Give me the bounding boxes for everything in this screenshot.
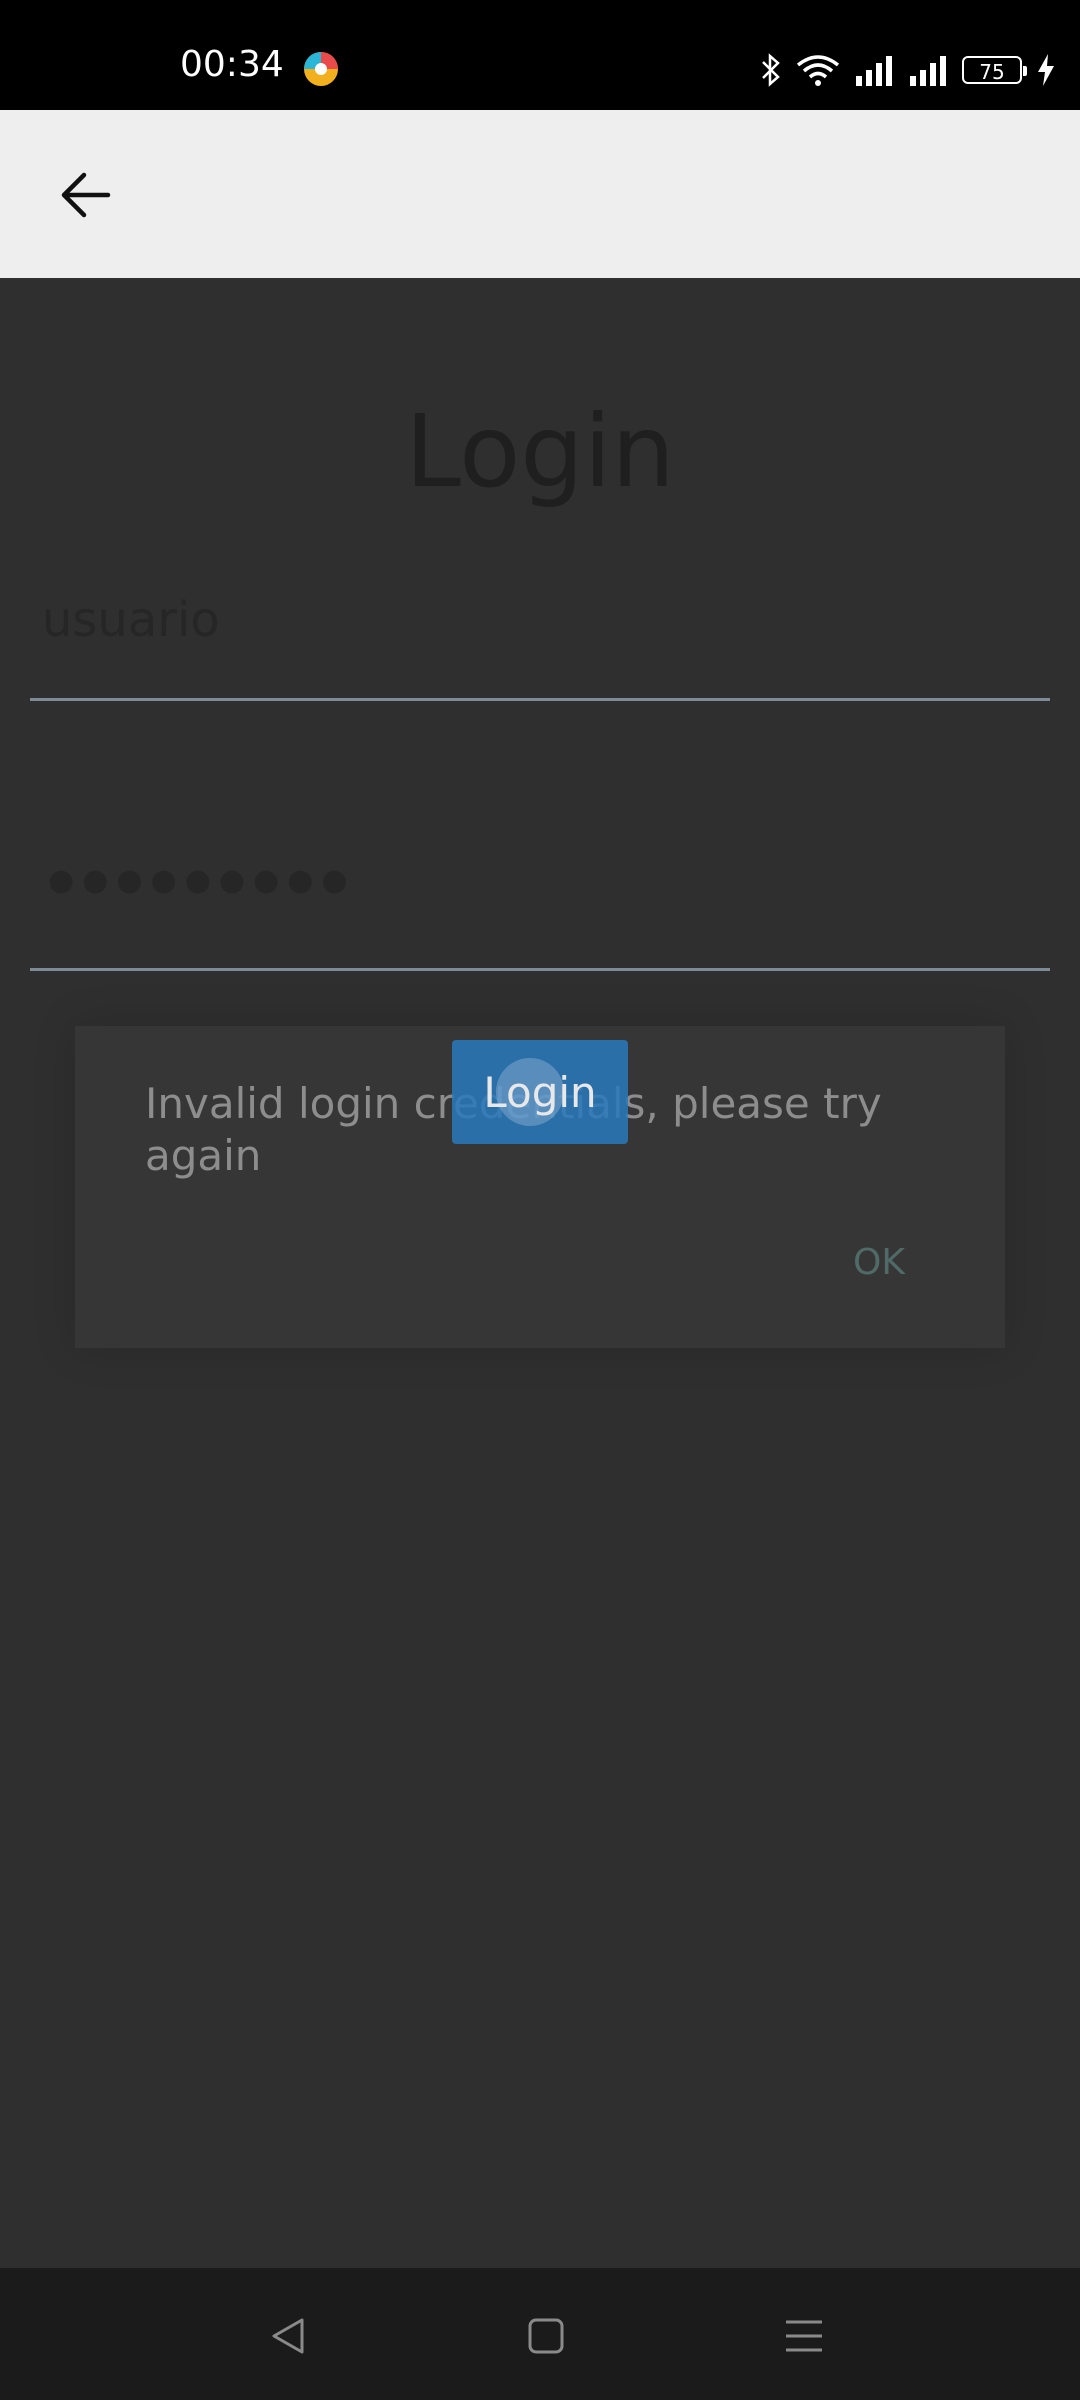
login-screen: Login usuario ●●●●●●●●● Invalid login cr… xyxy=(0,278,1080,2268)
wifi-icon xyxy=(796,55,840,86)
system-nav-bar xyxy=(0,2268,1080,2400)
nav-back-button[interactable] xyxy=(258,2306,318,2366)
ok-button[interactable]: OK xyxy=(853,1242,905,1283)
login-button-label: Login xyxy=(483,1067,597,1117)
login-button[interactable]: Login xyxy=(452,1040,628,1144)
status-bar: 00:34 75 xyxy=(0,0,1080,110)
signal-icon xyxy=(910,56,946,86)
username-field[interactable]: usuario xyxy=(30,568,1050,701)
password-field[interactable]: ●●●●●●●●● xyxy=(30,818,1050,971)
app-bar xyxy=(0,110,1080,280)
status-icons: 75 xyxy=(760,50,1056,90)
app-icon xyxy=(304,52,338,86)
nav-home-button[interactable] xyxy=(516,2306,576,2366)
password-value: ●●●●●●●●● xyxy=(48,863,356,898)
bluetooth-icon xyxy=(762,53,780,87)
menu-lines-icon xyxy=(786,2320,822,2352)
charging-icon xyxy=(1038,54,1054,86)
back-button[interactable] xyxy=(40,150,130,240)
arrow-left-icon xyxy=(61,172,111,218)
nav-recents-button[interactable] xyxy=(774,2306,834,2366)
square-home-icon xyxy=(528,2318,564,2354)
battery-icon: 75 xyxy=(962,56,1027,84)
page-title: Login xyxy=(405,393,675,510)
username-value: usuario xyxy=(42,592,220,648)
signal-icon xyxy=(856,56,892,86)
triangle-back-icon xyxy=(272,2318,304,2354)
status-time: 00:34 xyxy=(180,44,284,85)
